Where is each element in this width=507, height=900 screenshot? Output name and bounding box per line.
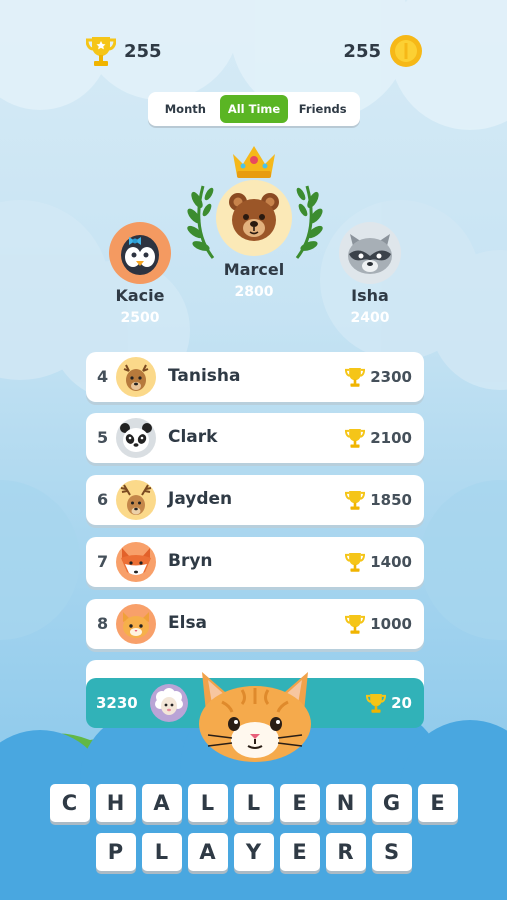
cat-icon [123, 612, 149, 638]
letter-tile: G [371, 784, 412, 822]
my-score: 20 [391, 694, 412, 712]
row-player-name: Clark [168, 427, 218, 447]
letter-tile: N [325, 784, 366, 822]
row-rank: 5 [97, 428, 109, 447]
cat-mascot-icon [199, 672, 311, 762]
row-score: 1000 [370, 615, 412, 633]
third-place-avatar[interactable] [339, 222, 401, 284]
trophy-icon [345, 367, 365, 387]
letter-tile: E [417, 784, 458, 822]
crown-icon [233, 146, 275, 178]
row-avatar [116, 480, 156, 520]
reindeer-icon [120, 484, 152, 515]
leaderboard-row[interactable]: 7 Bryn 1400 [86, 537, 424, 587]
row-score: 2300 [370, 368, 412, 386]
top-bar: 255 255 [0, 34, 507, 70]
letter-tile: C [49, 784, 90, 822]
letter-tile: Y [233, 833, 274, 871]
panda-icon [120, 423, 152, 452]
trophy-icon [345, 428, 365, 448]
trophy-icon [366, 693, 386, 713]
row-player-name: Elsa [168, 613, 208, 633]
deer-icon [123, 364, 149, 391]
second-place-name: Kacie [115, 286, 165, 305]
penguin-icon [121, 235, 159, 275]
letter-tile: E [279, 784, 320, 822]
trophy-icon [345, 614, 365, 634]
letter-tile: H [95, 784, 136, 822]
row-avatar [116, 357, 156, 397]
letter-tile: P [95, 833, 136, 871]
my-avatar [150, 684, 188, 722]
leaderboard-row[interactable]: 4 Tanisha 2300 [86, 352, 424, 402]
trophy-counter: 255 [86, 34, 162, 68]
row-avatar [116, 604, 156, 644]
letter-tile: A [141, 784, 182, 822]
tab-all-time[interactable]: All Time [219, 95, 289, 123]
sheep-icon [155, 688, 183, 715]
row-player-name: Bryn [168, 551, 213, 571]
row-score: 2100 [370, 429, 412, 447]
tab-month[interactable]: Month [151, 95, 220, 123]
first-place-avatar[interactable] [216, 180, 292, 256]
coin-counter[interactable]: 255 [343, 34, 423, 68]
tab-friends[interactable]: Friends [288, 95, 357, 123]
row-rank: 7 [97, 552, 109, 571]
row-avatar [116, 418, 156, 458]
row-player-name: Tanisha [168, 366, 241, 386]
coin-icon [390, 35, 422, 67]
challenge-players-button[interactable]: C H A L L E N G E [0, 784, 507, 822]
row-score: 1850 [370, 491, 412, 509]
third-place-name: Isha [351, 286, 389, 305]
first-place-score: 2800 [234, 284, 274, 300]
row-player-name: Jayden [168, 489, 233, 509]
fox-icon [121, 548, 151, 575]
row-rank: 8 [97, 614, 109, 633]
second-place-avatar[interactable] [109, 222, 171, 284]
letter-tile: L [141, 833, 182, 871]
leaderboard-row[interactable]: 5 Clark 2100 [86, 413, 424, 463]
trophy-icon [345, 490, 365, 510]
letter-tile: A [187, 833, 228, 871]
trophy-icon [86, 37, 116, 66]
trophy-icon [345, 552, 365, 572]
third-place-score: 2400 [350, 310, 390, 326]
challenge-players-button-line2[interactable]: P L A Y E R S [0, 833, 507, 871]
row-rank: 6 [97, 490, 109, 509]
leaderboard-row[interactable]: 8 Elsa 1000 [86, 599, 424, 649]
bear-icon [229, 193, 279, 241]
coin-total: 255 [343, 40, 381, 62]
row-score: 1400 [370, 553, 412, 571]
laurel-right-icon [295, 185, 323, 259]
raccoon-icon [348, 234, 392, 274]
leaderboard-row[interactable]: 6 Jayden 1850 [86, 475, 424, 525]
letter-tile: L [233, 784, 274, 822]
letter-tile: E [279, 833, 320, 871]
letter-tile: L [187, 784, 228, 822]
letter-tile: S [371, 833, 412, 871]
second-place-score: 2500 [120, 310, 160, 326]
time-filter-tabs: Month All Time Friends [148, 92, 360, 126]
trophy-total: 255 [124, 40, 162, 62]
row-avatar [116, 542, 156, 582]
row-rank: 4 [97, 367, 109, 386]
letter-tile: R [325, 833, 366, 871]
first-place-name: Marcel [223, 260, 285, 279]
my-rank: 3230 [96, 694, 138, 712]
